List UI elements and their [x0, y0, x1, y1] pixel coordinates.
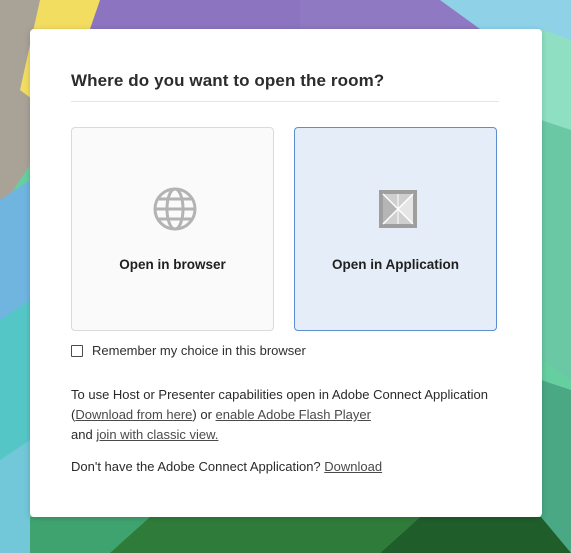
title-divider — [71, 101, 499, 102]
remember-choice-label[interactable]: Remember my choice in this browser — [92, 343, 306, 358]
remember-choice-checkbox[interactable] — [71, 344, 83, 357]
join-classic-view-link[interactable]: join with classic view. — [96, 427, 218, 442]
download-from-here-link[interactable]: Download from here — [75, 407, 192, 422]
download-app-footer: Don't have the Adobe Connect Application… — [71, 459, 382, 474]
footer-text: Don't have the Adobe Connect Application… — [71, 459, 325, 474]
open-in-application-option[interactable]: Open in Application — [294, 127, 497, 331]
open-in-browser-label: Open in browser — [119, 257, 226, 272]
open-room-dialog: Where do you want to open the room? Open… — [30, 29, 542, 517]
info-text-2: ) or — [192, 407, 216, 422]
enable-flash-player-link[interactable]: enable Adobe Flash Player — [216, 407, 371, 422]
info-text-3: and — [71, 427, 97, 442]
globe-icon — [153, 187, 197, 231]
download-app-link[interactable]: Download — [324, 459, 382, 474]
dialog-title: Where do you want to open the room? — [71, 71, 385, 90]
host-presenter-info: To use Host or Presenter capabilities op… — [71, 385, 501, 445]
open-in-application-label: Open in Application — [332, 257, 459, 272]
open-in-browser-option[interactable]: Open in browser — [71, 127, 274, 331]
adobe-connect-app-icon — [379, 190, 417, 228]
remember-choice: Remember my choice in this browser — [71, 343, 306, 358]
